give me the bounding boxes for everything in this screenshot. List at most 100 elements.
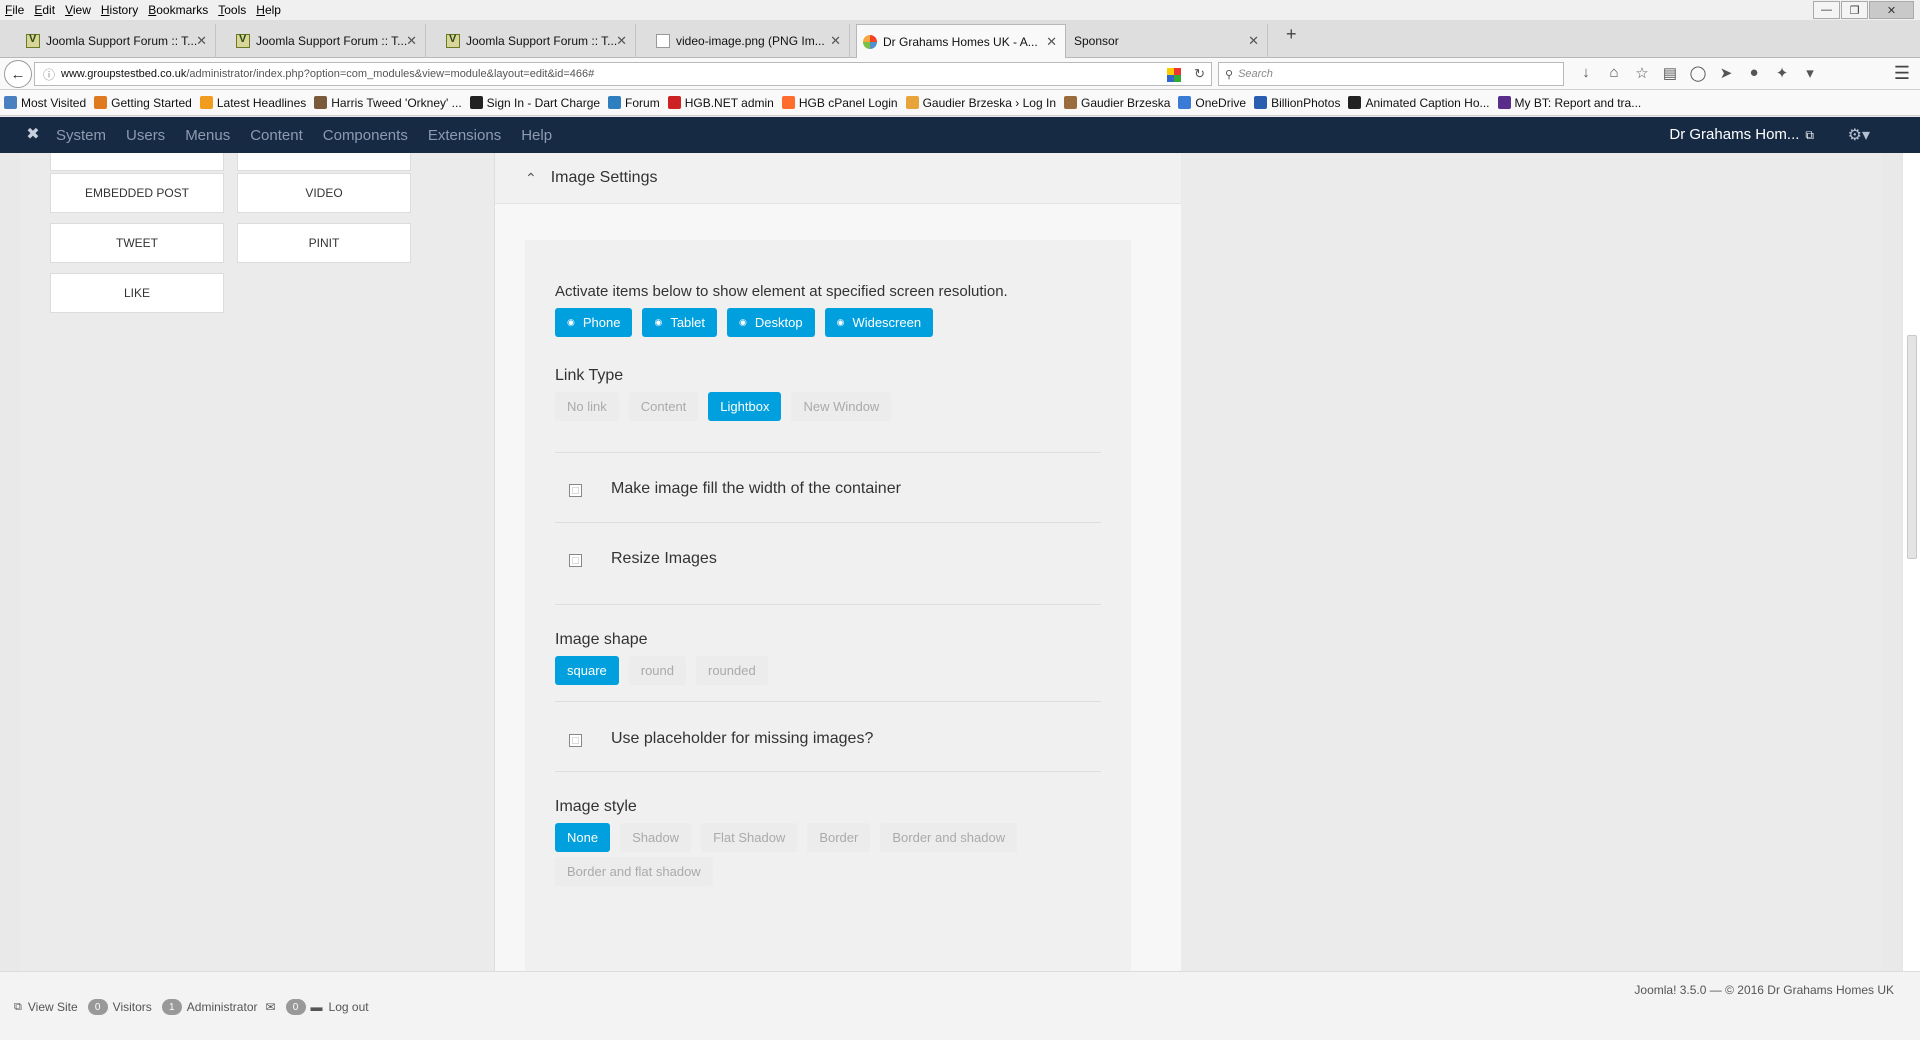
shape-rounded[interactable]: rounded xyxy=(696,656,768,685)
browser-tab[interactable]: Joomla Support Forum :: T... ✕ xyxy=(230,24,426,58)
admin-menu-menus[interactable]: Menus xyxy=(185,127,230,144)
bookmark-item[interactable]: Latest Headlines xyxy=(199,96,306,110)
tab-close-icon[interactable]: ✕ xyxy=(406,33,417,49)
browser-tab[interactable]: Sponsor ✕ xyxy=(1068,24,1268,58)
restore-icon[interactable]: ❐ xyxy=(1841,1,1868,19)
download-icon[interactable]: ↓ xyxy=(1572,64,1600,82)
admin-menu-extensions[interactable]: Extensions xyxy=(428,127,501,144)
section-header[interactable]: ⌃ Image Settings xyxy=(495,153,1181,204)
reload-icon[interactable]: ↻ xyxy=(1194,66,1205,82)
scrollbar-thumb[interactable] xyxy=(1907,335,1917,559)
bookmark-item[interactable]: Gaudier Brzeska › Log In xyxy=(905,96,1056,110)
browser-tab[interactable]: Joomla Support Forum :: T... ✕ xyxy=(440,24,636,58)
tweet-button[interactable]: TWEET xyxy=(50,223,224,263)
widescreen-toggle[interactable]: ◉ Widescreen xyxy=(824,308,934,337)
phone-toggle[interactable]: ◉ Phone xyxy=(555,308,633,337)
video-button[interactable]: VIDEO xyxy=(237,173,411,213)
style-border-and-shadow[interactable]: Border and shadow xyxy=(880,823,1018,852)
bookmark-item[interactable]: HGB cPanel Login xyxy=(781,96,898,110)
addon-icon[interactable]: ✦ xyxy=(1768,64,1796,82)
fill-width-checkbox[interactable] xyxy=(569,484,582,497)
info-icon[interactable]: ⓘ xyxy=(43,66,55,83)
chevron-up-icon[interactable]: ⌃ xyxy=(525,170,537,187)
site-title-link[interactable]: Dr Grahams Hom... ⧉ xyxy=(1669,126,1814,143)
bookmark-item[interactable]: Harris Tweed 'Orkney' ... xyxy=(314,96,462,110)
tab-close-icon[interactable]: ✕ xyxy=(616,33,627,49)
send-icon[interactable]: ➤ xyxy=(1712,64,1740,82)
extension-icon[interactable] xyxy=(1167,68,1181,82)
pocket-icon[interactable]: ◯ xyxy=(1684,64,1712,82)
bookmark-item[interactable]: Sign In - Dart Charge xyxy=(469,96,600,110)
view-site-link[interactable]: View Site xyxy=(28,1000,78,1014)
style-flat-shadow[interactable]: Flat Shadow xyxy=(701,823,798,852)
menu-view[interactable]: View xyxy=(60,3,96,17)
embedded-post-button[interactable]: EMBEDDED POST xyxy=(50,173,224,213)
admin-menu-content[interactable]: Content xyxy=(250,127,303,144)
bookmark-item[interactable]: Getting Started xyxy=(94,96,192,110)
envelope-icon[interactable]: ✉ xyxy=(265,1000,275,1014)
logout-link[interactable]: Log out xyxy=(329,1000,369,1014)
joomla-logo-icon[interactable]: ✖ xyxy=(24,126,42,144)
bookmark-star-icon[interactable]: ☆ xyxy=(1628,64,1656,82)
placeholder-checkbox[interactable] xyxy=(569,734,582,747)
style-shadow[interactable]: Shadow xyxy=(620,823,692,852)
back-arrow-icon[interactable]: ← xyxy=(4,60,32,88)
resize-images-checkbox[interactable] xyxy=(569,554,582,567)
shape-square[interactable]: square xyxy=(555,656,619,685)
tab-close-icon[interactable]: ✕ xyxy=(1046,34,1057,50)
element-button[interactable] xyxy=(237,153,411,171)
window-close-icon[interactable]: ✕ xyxy=(1869,1,1914,19)
admin-menu-system[interactable]: System xyxy=(56,127,106,144)
link-type-new-window[interactable]: New Window xyxy=(791,392,892,421)
minimize-icon[interactable]: — xyxy=(1813,1,1840,19)
admin-menu-help[interactable]: Help xyxy=(521,127,552,144)
hamburger-menu-icon[interactable]: ☰ xyxy=(1894,63,1910,84)
bookmark-item[interactable]: Animated Caption Ho... xyxy=(1348,96,1490,110)
menu-edit[interactable]: Edit xyxy=(29,3,60,17)
chevron-down-icon[interactable]: ▾ xyxy=(1796,64,1824,82)
menu-tools[interactable]: Tools xyxy=(213,3,251,17)
status-bar: ⧉ View Site 0 Visitors 1 Administrator ✉… xyxy=(14,999,369,1015)
admin-menu: System Users Menus Content Components Ex… xyxy=(56,117,572,153)
bookmark-item[interactable]: Gaudier Brzeska xyxy=(1064,96,1170,110)
page-scrollbar[interactable] xyxy=(1902,153,1920,971)
menu-bookmarks[interactable]: Bookmarks xyxy=(143,3,213,17)
search-placeholder: Search xyxy=(1238,68,1273,80)
menu-file[interactable]: File xyxy=(0,3,29,17)
link-type-no-link[interactable]: No link xyxy=(555,392,619,421)
reading-list-icon[interactable]: ▤ xyxy=(1656,64,1684,82)
style-none[interactable]: None xyxy=(555,823,611,852)
admin-menu-components[interactable]: Components xyxy=(323,127,408,144)
element-button[interactable] xyxy=(50,153,224,171)
bookmark-item[interactable]: HGB.NET admin xyxy=(667,96,774,110)
search-input[interactable]: ⚲ Search xyxy=(1218,62,1564,86)
tablet-toggle[interactable]: ◉ Tablet xyxy=(642,308,718,337)
browser-tab[interactable]: Joomla Support Forum :: T... ✕ xyxy=(20,24,216,58)
tab-close-icon[interactable]: ✕ xyxy=(1248,33,1259,49)
gear-icon[interactable]: ⚙▾ xyxy=(1848,125,1870,145)
style-border-and-flat-shadow[interactable]: Border and flat shadow xyxy=(555,857,713,886)
home-icon[interactable]: ⌂ xyxy=(1600,64,1628,82)
like-button[interactable]: LIKE xyxy=(50,273,224,313)
menu-help[interactable]: Help xyxy=(251,3,286,17)
tab-close-icon[interactable]: ✕ xyxy=(830,33,841,49)
menu-history[interactable]: History xyxy=(96,3,143,17)
bookmark-item[interactable]: Forum xyxy=(608,96,660,110)
style-border[interactable]: Border xyxy=(807,823,871,852)
link-type-content[interactable]: Content xyxy=(628,392,699,421)
admin-menu-users[interactable]: Users xyxy=(126,127,165,144)
desktop-toggle[interactable]: ◉ Desktop xyxy=(727,308,815,337)
shape-round[interactable]: round xyxy=(628,656,686,685)
bookmark-item[interactable]: BillionPhotos xyxy=(1254,96,1340,110)
pinit-button[interactable]: PINIT xyxy=(237,223,411,263)
bookmark-item[interactable]: OneDrive xyxy=(1178,96,1246,110)
bookmark-item[interactable]: My BT: Report and tra... xyxy=(1497,96,1641,110)
chat-icon[interactable]: ● xyxy=(1740,64,1768,82)
browser-tab-active[interactable]: Dr Grahams Homes UK - A... ✕ xyxy=(856,24,1066,59)
link-type-lightbox[interactable]: Lightbox xyxy=(708,392,782,421)
tab-close-icon[interactable]: ✕ xyxy=(196,33,207,49)
bookmark-item[interactable]: Most Visited xyxy=(4,96,86,110)
new-tab-icon[interactable]: + xyxy=(1286,24,1297,45)
url-bar[interactable]: ⓘ www.groupstestbed.co.uk /administrator… xyxy=(34,62,1212,86)
browser-tab[interactable]: video-image.png (PNG Im... ✕ xyxy=(650,24,850,58)
